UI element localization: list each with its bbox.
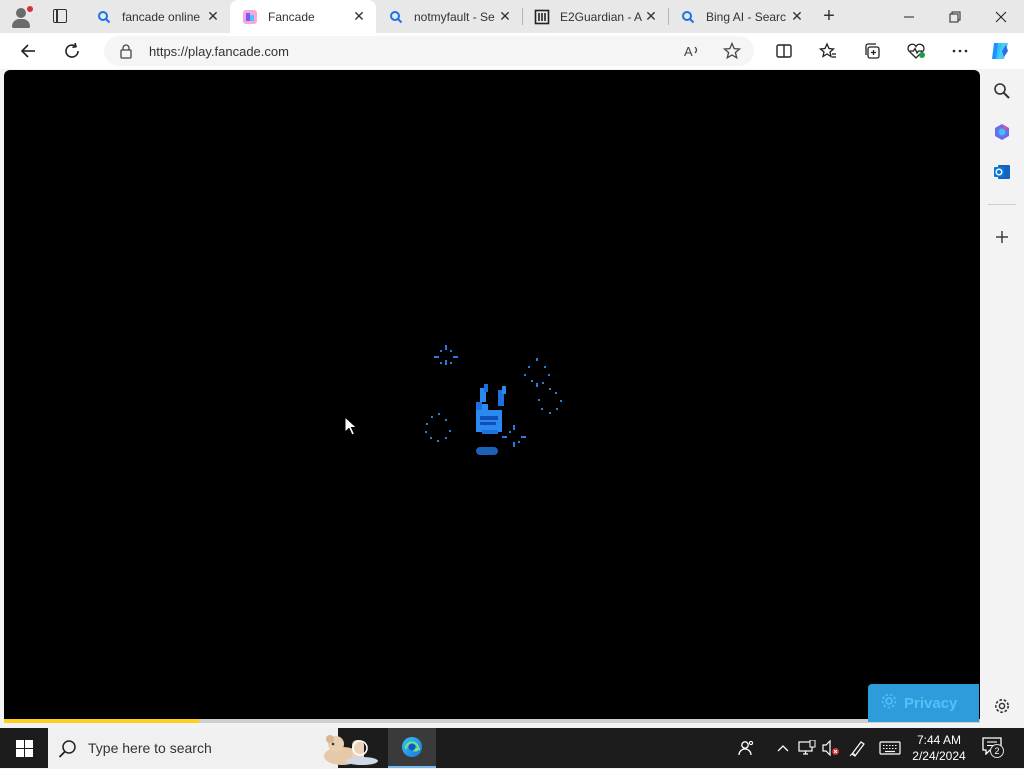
search-icon (388, 9, 404, 25)
restore-icon[interactable] (932, 0, 978, 33)
tab-label: E2Guardian - A (560, 9, 642, 24)
sparkle-icon (524, 358, 562, 414)
notification-count-badge: 2 (990, 744, 1004, 758)
task-view-icon[interactable] (336, 728, 384, 768)
taskbar-clock[interactable]: 7:44 AM 2/24/2024 (904, 732, 974, 764)
read-aloud-icon[interactable]: A (680, 39, 704, 63)
tab-fancade[interactable]: Fancade ✕ (230, 0, 376, 33)
fancade-icon (242, 9, 258, 25)
search-icon (96, 9, 112, 25)
back-icon[interactable] (16, 39, 40, 63)
show-hidden-icons-chevron-icon[interactable] (774, 738, 792, 758)
notification-dot (27, 6, 33, 12)
search-icon (58, 739, 78, 759)
search-icon (680, 9, 696, 25)
windows-start-icon[interactable] (0, 728, 48, 768)
clock-date: 2/24/2024 (912, 749, 966, 763)
settings-gear-icon[interactable] (991, 695, 1013, 717)
tab-label: Fancade (268, 9, 315, 24)
action-center-icon[interactable]: 2 (982, 737, 1004, 759)
loading-animation (425, 345, 562, 455)
url-text: https://play.fancade.com (149, 44, 289, 59)
gear-icon (880, 692, 898, 714)
clock-time: 7:44 AM (916, 733, 962, 747)
pen-workspace-icon[interactable] (848, 738, 868, 758)
tab-actions-icon[interactable] (50, 6, 70, 26)
close-tab-icon[interactable]: ✕ (644, 9, 658, 23)
privacy-label: Privacy (904, 694, 958, 712)
loading-progress-bar (4, 719, 980, 723)
tab-bing-ai[interactable]: Bing AI - Searc ✕ (668, 0, 814, 33)
minimize-icon[interactable] (886, 0, 932, 33)
add-icon[interactable] (991, 226, 1013, 248)
touch-keyboard-icon[interactable] (878, 738, 902, 758)
e2guardian-icon (534, 9, 550, 25)
sparkle-icon (434, 345, 458, 365)
edge-sidebar (980, 70, 1024, 724)
close-tab-icon[interactable]: ✕ (352, 9, 366, 23)
game-canvas[interactable] (4, 70, 980, 722)
shadow-icon (476, 447, 498, 455)
tab-label: Bing AI - Searc (706, 9, 787, 24)
browser-toolbar: https://play.fancade.com A (0, 33, 1024, 69)
collections-icon[interactable] (860, 39, 884, 63)
profile-avatar-icon[interactable] (8, 4, 34, 30)
fancade-hand-icon (476, 384, 506, 434)
search-placeholder: Type here to search (88, 740, 212, 756)
address-bar[interactable]: https://play.fancade.com A (104, 36, 754, 66)
copilot-sidebar-icon[interactable] (991, 121, 1013, 143)
close-tab-icon[interactable]: ✕ (206, 9, 220, 23)
taskbar-search-box[interactable]: Type here to search (48, 728, 378, 768)
browser-essentials-icon[interactable] (904, 39, 928, 63)
lock-icon[interactable] (118, 43, 134, 59)
tab-e2guardian[interactable]: E2Guardian - A ✕ (522, 0, 669, 33)
svg-text:A: A (684, 44, 693, 59)
copilot-icon[interactable] (988, 39, 1012, 63)
favorite-star-icon[interactable] (720, 39, 744, 63)
people-icon[interactable] (736, 738, 756, 758)
favorites-icon[interactable] (816, 39, 840, 63)
tab-notmyfault[interactable]: notmyfault - Se ✕ (376, 0, 523, 33)
sidebar-divider (988, 204, 1016, 205)
volume-muted-icon[interactable] (820, 738, 842, 758)
sparkle-icon (502, 425, 526, 447)
taskbar-edge-icon[interactable] (388, 728, 436, 768)
split-screen-icon[interactable] (772, 39, 796, 63)
outlook-icon[interactable] (991, 161, 1013, 183)
search-icon[interactable] (991, 80, 1013, 102)
windows-taskbar: Type here to search 7:44 AM 2/24/2024 2 (0, 728, 1024, 768)
close-window-icon[interactable] (978, 0, 1024, 33)
tab-label: fancade online (122, 9, 201, 24)
sparkle-icon (425, 413, 451, 442)
loading-progress-fill (4, 719, 200, 723)
privacy-button[interactable]: Privacy (868, 684, 979, 722)
network-icon[interactable] (796, 738, 818, 758)
tab-fancade-online[interactable]: fancade online ✕ (84, 0, 230, 33)
mouse-cursor-icon (344, 416, 358, 436)
new-tab-icon[interactable]: + (819, 6, 839, 26)
close-tab-icon[interactable]: ✕ (498, 9, 512, 23)
more-options-icon[interactable] (948, 39, 972, 63)
tab-label: notmyfault - Se (414, 9, 495, 24)
tab-strip: fancade online ✕ Fancade ✕ notmyfault - … (0, 0, 1024, 33)
refresh-icon[interactable] (60, 39, 84, 63)
close-tab-icon[interactable]: ✕ (790, 9, 804, 23)
